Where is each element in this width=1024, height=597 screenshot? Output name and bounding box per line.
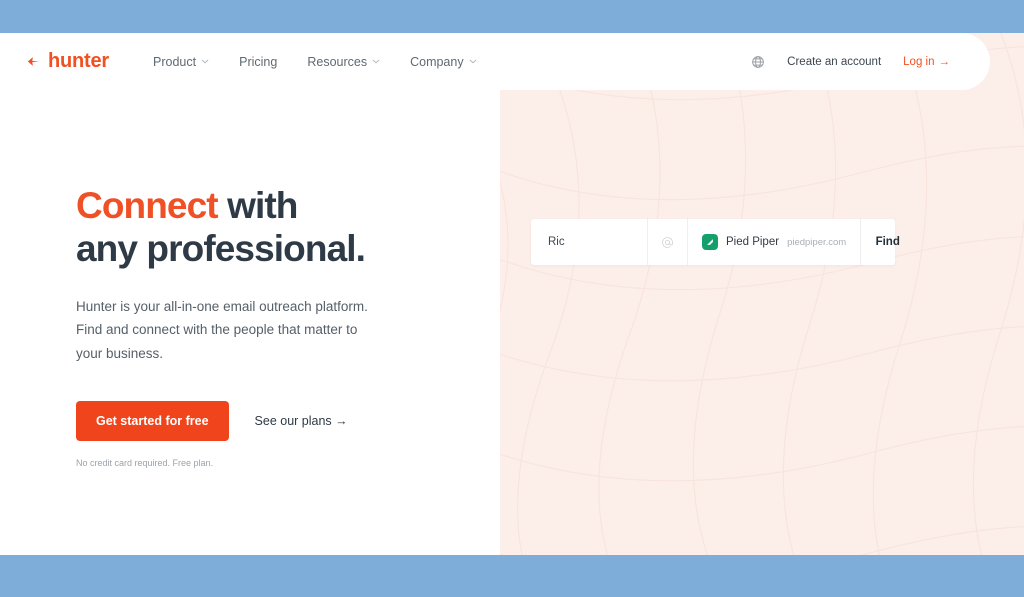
first-name-input[interactable]: Ric [531,219,648,265]
hero-subcopy: Hunter is your all-in-one email outreach… [76,298,368,362]
site-header: hunter Product Pricing Resources Company… [0,33,990,90]
browser-viewport: Connect with any professional. Hunter is… [0,0,1024,597]
nav-item-product[interactable]: Product [153,55,209,69]
see-plans-link[interactable]: See our plans → [255,414,348,428]
company-domain-label: piedpiper.com [787,236,847,248]
email-finder-widget[interactable]: Ric Pied Piper piedpiper.com Find [531,219,900,265]
chevron-down-icon [469,59,477,64]
page-title: Connect with any professional. [76,185,476,271]
company-selector[interactable]: Pied Piper piedpiper.com [688,219,862,265]
find-button[interactable]: Find [861,219,914,265]
hunter-logo[interactable]: hunter [26,50,109,73]
main-navigation: Product Pricing Resources Company [153,55,477,69]
hunter-arrow-mark-icon [27,57,40,66]
nav-item-company[interactable]: Company [410,55,477,69]
get-started-button[interactable]: Get started for free [76,400,229,441]
chevron-down-icon [372,59,380,64]
nav-item-product-label: Product [153,54,197,69]
hero-right-panel: Ric Pied Piper piedpiper.com Find [500,33,1024,555]
headline-line2: any professional. [76,227,366,269]
nav-item-resources[interactable]: Resources [307,55,380,69]
at-separator [648,219,688,265]
login-label: Log in [903,55,935,68]
headline-line1-rest: with [217,185,298,226]
hero-section: Connect with any professional. Hunter is… [76,185,476,468]
background-crosshatch-pattern [500,33,1024,555]
nav-item-pricing-label: Pricing [239,54,278,69]
hero-cta-row: Get started for free See our plans → [76,400,476,441]
page-content: Connect with any professional. Hunter is… [0,33,1024,555]
nav-item-pricing[interactable]: Pricing [239,55,277,69]
arrow-right-icon: → [938,55,951,68]
hunter-logo-text: hunter [48,50,110,72]
company-name-label: Pied Piper [726,236,780,248]
hero-fine-print: No credit card required. Free plan. [76,457,214,468]
chevron-down-icon [201,59,209,64]
see-plans-label: See our plans [254,413,332,428]
login-link[interactable]: Log in → [903,56,950,68]
globe-icon[interactable] [751,55,765,69]
hero-left-column: Connect with any professional. Hunter is… [0,33,500,555]
nav-item-resources-label: Resources [307,54,368,69]
header-actions: Create an account Log in → [751,55,950,69]
pied-piper-logo-icon [702,234,718,250]
first-name-value: Ric [548,236,565,248]
nav-item-company-label: Company [410,54,464,69]
arrow-right-icon: → [335,413,348,428]
create-account-link[interactable]: Create an account [787,56,881,68]
headline-accent-word: Connect [76,185,219,226]
at-sign-icon [662,236,673,248]
